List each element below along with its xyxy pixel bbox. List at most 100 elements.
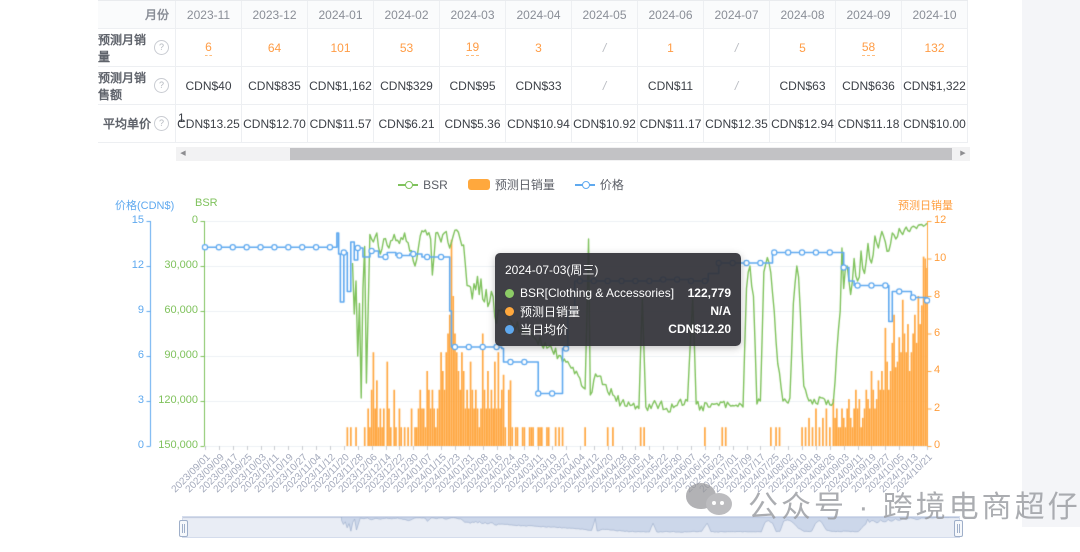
tooltip-label: 预测日销量 (520, 304, 581, 319)
table-cell: CDN$33 (506, 67, 572, 104)
table-cell: CDN$12.35 (704, 105, 770, 142)
cell-value: CDN$636 (842, 78, 895, 93)
month-header: 2024-04 (506, 1, 572, 28)
month-header: 2024-01 (308, 1, 374, 28)
datazoom-shadow (183, 517, 959, 537)
table-cell: CDN$10.00 (902, 105, 968, 142)
cell-value: / (734, 78, 739, 93)
table-cell: 5 (770, 29, 836, 66)
cell-value: / (602, 40, 607, 55)
scrollbar-thumb[interactable] (290, 148, 952, 160)
month-header: 2023-11 (176, 1, 242, 28)
tooltip-date: 2024-07-03(周三) (505, 263, 599, 277)
row-label-cell: 预测月销售额? (98, 67, 176, 104)
axis-tick-label: 60,000 (164, 304, 198, 316)
table-cell: / (704, 29, 770, 66)
bsr-axis-name: BSR (195, 197, 218, 209)
row-label-cell: 平均单价? (98, 105, 176, 142)
cell-value: CDN$11.18 (837, 116, 900, 131)
series-dot-icon (505, 306, 514, 316)
cell-value: CDN$10.94 (507, 116, 570, 131)
cell-value: CDN$10.00 (903, 116, 966, 131)
table-cell: CDN$11.17 (638, 105, 704, 142)
table-cell: 19 (440, 29, 506, 66)
axis-tick-label: 12 (131, 259, 144, 271)
cell-value: / (602, 78, 607, 93)
month-header: 2024-02 (374, 1, 440, 28)
cell-value: CDN$835 (248, 78, 301, 93)
cell-value: 64 (267, 40, 282, 55)
table-cell: CDN$11 (638, 67, 704, 104)
cell-value: 5 (799, 40, 806, 55)
table-cell: CDN$329 (374, 67, 440, 104)
chart-tooltip: 2024-07-03(周三) BSR[Clothing & Accessorie… (495, 253, 741, 346)
price-axis-name: 价格(CDN$) (115, 200, 175, 212)
axis-tick-label: 90,000 (164, 349, 198, 361)
cell-value: CDN$12.70 (243, 116, 306, 131)
table-cell: 101 (308, 29, 374, 66)
info-icon[interactable]: ? (154, 40, 169, 55)
cell-value: CDN$329 (380, 78, 433, 93)
table-cell: CDN$835 (242, 67, 308, 104)
row-label-cell: 预测月销量? (98, 29, 176, 66)
cell-value: 1 (667, 40, 674, 55)
cell-value: CDN$63 (779, 78, 826, 93)
table-cell: CDN$95 (440, 67, 506, 104)
legend-item-BSR[interactable]: BSR (398, 176, 448, 193)
row-label: 平均单价 (102, 117, 151, 131)
table-scrollbar[interactable]: ◀ ▶ (176, 147, 970, 161)
table-cell: CDN$636 (836, 67, 902, 104)
tooltip-value: CDN$12.20 (668, 322, 731, 336)
table-cell: CDN$40 (176, 67, 242, 104)
cell-value: CDN$11.17 (639, 116, 702, 131)
month-header: 2024-09 (836, 1, 902, 28)
cell-value: CDN$95 (449, 78, 496, 93)
table-cell: 58 (836, 29, 902, 66)
legend-item-预测日销量[interactable]: 预测日销量 (467, 176, 555, 193)
cell-value[interactable]: 19 (465, 40, 480, 56)
cell-value: / (734, 40, 739, 55)
legend-label: BSR (423, 177, 448, 192)
table-cell: 132 (902, 29, 968, 66)
axis-tick-label: 4 (934, 364, 941, 376)
bar-marker-icon (467, 179, 490, 190)
month-header: 2023-12 (242, 1, 308, 28)
table-cell: CDN$13.25 (176, 105, 242, 142)
legend-item-价格[interactable]: 价格 (574, 176, 624, 193)
cell-value: 132 (924, 40, 945, 55)
series-dot-icon (505, 288, 514, 298)
tooltip-label: 当日均价 (520, 322, 569, 337)
table-cell: CDN$12.70 (242, 105, 308, 142)
axis-tick-label: 9 (137, 304, 144, 316)
cell-value[interactable]: 6 (205, 40, 212, 56)
table-cell: CDN$10.92 (572, 105, 638, 142)
scroll-right-icon[interactable]: ▶ (956, 147, 970, 161)
month-header: 2024-10 (902, 1, 968, 28)
month-header: 2024-06 (638, 1, 704, 28)
cell-value[interactable]: 58 (861, 40, 876, 56)
info-icon[interactable]: ? (154, 116, 169, 131)
cell-value: 101 (330, 40, 351, 55)
cell-value: CDN$11.57 (309, 116, 372, 131)
table-cell: CDN$63 (770, 67, 836, 104)
cell-value: 3 (535, 40, 542, 55)
axis-tick-label: 150,000 (158, 439, 198, 451)
table-cell: CDN$12.94 (770, 105, 836, 142)
tooltip-row: 当日均价 CDN$12.20 (505, 320, 731, 338)
datazoom-left-handle[interactable] (179, 520, 188, 537)
cell-value: CDN$12.94 (771, 116, 834, 131)
info-icon[interactable]: ? (154, 78, 169, 93)
axis-tick-label: 15 (131, 214, 144, 226)
table-cell: 3 (506, 29, 572, 66)
cell-value: CDN$13.25 (177, 116, 240, 131)
tooltip-label: BSR[Clothing & Accessories] (520, 286, 675, 300)
cell-value: CDN$5.36 (444, 116, 501, 131)
datazoom-slider[interactable] (179, 516, 963, 538)
month-row-label: 月份 (98, 1, 176, 28)
table-cell: 6 (176, 29, 242, 66)
cell-value: CDN$1,162 (309, 78, 372, 93)
chart-legend: BSR 预测日销量 价格 (0, 176, 1022, 193)
datazoom-right-handle[interactable] (954, 520, 963, 537)
scroll-left-icon[interactable]: ◀ (176, 147, 190, 161)
table-cell: CDN$1,322 (902, 67, 968, 104)
